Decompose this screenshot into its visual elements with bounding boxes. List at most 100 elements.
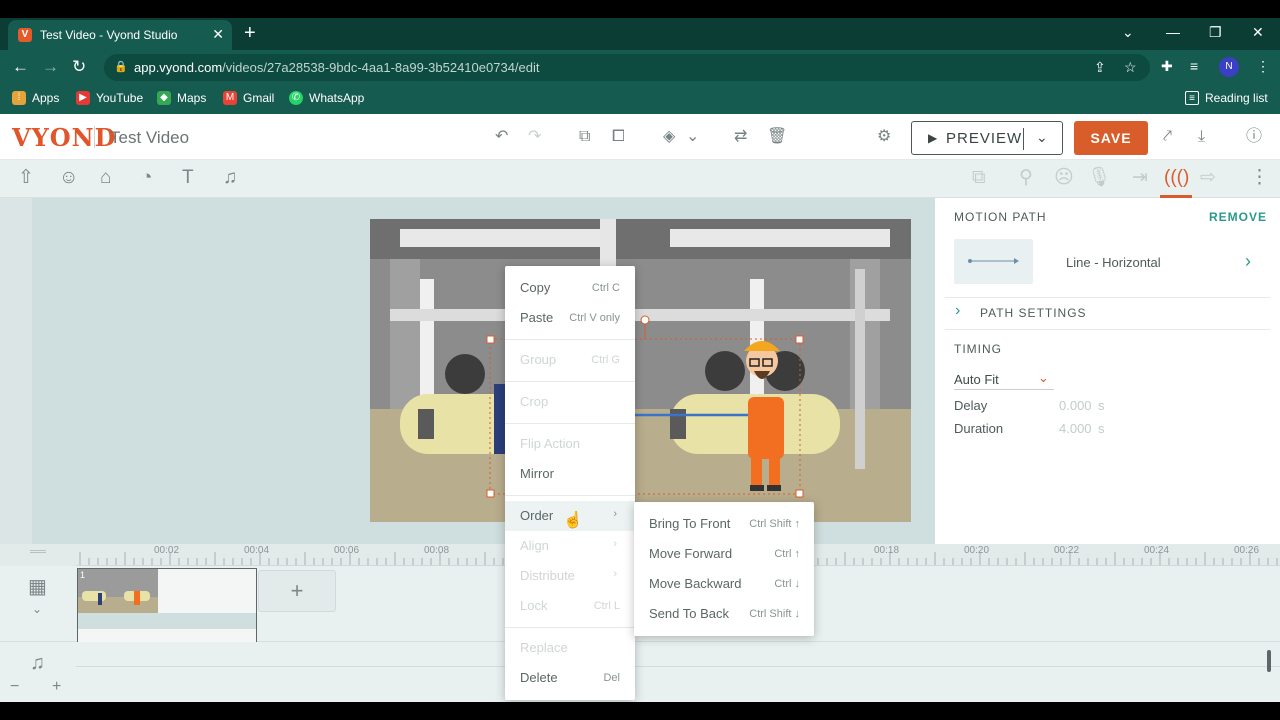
browser-address-bar: ← → ↻ 🔒 app.vyond.com/videos/27a28538-9b… [0,50,1280,84]
tick-label: 00:02 [154,545,180,556]
bookmark-youtube[interactable]: ▶ YouTube [76,91,143,105]
scene-preview-image [78,569,158,613]
tick-label: 00:26 [1234,545,1260,556]
menu-item-move-backward[interactable]: Move Backward Ctrl ↓ [634,562,814,592]
audio-icon[interactable]: ♫ [223,168,237,188]
remove-motion-path-button[interactable]: REMOVE [1209,210,1267,224]
forward-icon[interactable]: → [42,58,59,75]
share-icon[interactable]: ⤤ [1163,128,1172,146]
bookmark-maps[interactable]: ◆ Maps [157,91,206,105]
share-icon[interactable]: ⇪ [1094,59,1106,76]
restore-icon[interactable]: ❐ [1209,24,1222,41]
microphone-icon[interactable]: 🎙 [1087,168,1111,188]
path-preview-thumbnail[interactable] [954,239,1033,284]
chevron-down-icon[interactable]: ⌄ [686,128,699,146]
menu-item-lock[interactable]: Lock Ctrl L [505,591,635,621]
path-settings-toggle[interactable]: PATH SETTINGS [980,306,1087,320]
tab-search-icon[interactable]: ⌄ [1122,24,1134,41]
help-icon[interactable]: ⓘ [1246,128,1262,146]
motion-path-icon[interactable]: ((() [1164,168,1189,188]
minimize-icon[interactable]: — [1166,24,1180,40]
menu-item-bring-to-front[interactable]: Bring To Front Ctrl Shift ↑ [634,502,814,532]
film-icon[interactable]: ▦ [28,574,47,599]
profile-avatar[interactable]: N [1219,57,1239,77]
reload-icon[interactable]: ↻ [72,58,86,75]
timing-mode-select[interactable]: Auto Fit ⌄ [954,370,1054,390]
project-title[interactable]: Test Video [110,128,189,148]
characters-icon[interactable]: ☺ [59,168,78,188]
scene-stage[interactable] [370,219,911,522]
chevron-right-icon[interactable]: › [1245,251,1251,272]
close-tab-icon[interactable]: ✕ [212,26,224,43]
menu-item-flip-action[interactable]: Flip Action [505,429,635,459]
save-button[interactable]: SAVE [1074,121,1148,155]
browser-menu-icon[interactable]: ⋮ [1256,58,1270,75]
menu-item-delete[interactable]: Delete Del [505,663,635,693]
chevron-right-icon[interactable]: › [955,302,960,320]
menu-item-order[interactable]: Order › ☝ [505,501,635,531]
music-note-icon[interactable]: ♫ [30,652,45,675]
menu-item-group[interactable]: Group Ctrl G [505,345,635,375]
menu-item-replace[interactable]: Replace [505,633,635,663]
menu-item-paste[interactable]: Paste Ctrl V only [505,303,635,333]
menu-item-copy[interactable]: Copy Ctrl C [505,273,635,303]
text-icon[interactable]: T [182,168,194,188]
reading-list-icon: ≡ [1185,91,1199,105]
enter-effect-icon[interactable]: ⇥ [1132,168,1148,188]
scene-duration-bar [78,613,256,629]
menu-item-crop[interactable]: Crop [505,387,635,417]
bookmark-gmail[interactable]: M Gmail [223,91,274,105]
vertical-scrollbar[interactable] [1267,650,1271,672]
swap-asset-icon[interactable]: ⧉ [972,168,986,188]
menu-item-align[interactable]: Align › [505,531,635,561]
more-options-icon[interactable]: ⋮ [1250,168,1269,188]
upload-icon[interactable]: ⇧ [18,168,34,188]
drag-handle-icon[interactable] [30,550,46,553]
bookmark-whatsapp[interactable]: ✆ WhatsApp [289,91,364,105]
layers-icon[interactable]: ◈ [663,128,675,146]
extensions-icon[interactable]: ✚ [1161,58,1173,75]
bookmark-label: WhatsApp [309,91,365,105]
close-window-icon[interactable]: ✕ [1252,24,1264,41]
zoom-in-icon[interactable]: + [52,678,61,696]
timeline-corner [0,544,76,566]
chevron-down-icon[interactable]: ⌄ [32,602,42,616]
duration-input[interactable]: 4.000 [1059,421,1092,436]
trash-icon[interactable]: 🗑 [767,128,787,146]
bookmark-apps[interactable]: ⁞ Apps [12,91,59,105]
menu-item-send-to-back[interactable]: Send To Back Ctrl Shift ↓ [634,592,814,622]
tick-label: 00:20 [964,545,990,556]
swap-icon[interactable]: ⇄ [734,128,747,146]
browser-tab[interactable]: V Test Video - Vyond Studio ✕ [8,20,232,50]
charts-icon[interactable]: ◔ [141,168,152,188]
copy-icon[interactable]: ⧉ [579,128,590,146]
add-scene-button[interactable]: + [258,570,336,612]
scene-thumbnail[interactable]: 1 [77,568,257,643]
menu-item-label: Flip Action [520,436,580,451]
undo-icon[interactable]: ↶ [495,128,508,146]
tick-label: 00:06 [334,545,360,556]
preview-options-chevron-icon[interactable]: ⌄ [1036,129,1048,146]
paste-icon[interactable]: ⧠ [612,128,625,146]
menu-item-move-forward[interactable]: Move Forward Ctrl ↑ [634,532,814,562]
preview-button[interactable]: ▶ PREVIEW ⌄ [911,121,1063,155]
new-tab-icon[interactable]: + [244,23,256,43]
delay-input[interactable]: 0.000 [1059,398,1092,413]
back-icon[interactable]: ← [12,58,29,75]
action-icon[interactable]: ⚲ [1019,168,1033,188]
reading-list-button[interactable]: ≡ Reading list [1185,91,1268,105]
vyond-logo[interactable]: VYOND [12,123,116,152]
media-control-icon[interactable]: ≡ [1190,58,1198,74]
zoom-out-icon[interactable]: − [10,678,19,696]
expression-icon[interactable]: ☹ [1054,168,1074,188]
url-field[interactable]: 🔒 app.vyond.com/videos/27a28538-9bdc-4aa… [104,54,1150,81]
redo-icon[interactable]: ↷ [528,128,541,146]
menu-item-mirror[interactable]: Mirror [505,459,635,489]
exit-effect-icon[interactable]: ⇨ [1200,168,1216,188]
settings-gear-icon[interactable]: ⚙ [877,128,891,146]
bookmark-star-icon[interactable]: ☆ [1124,59,1137,76]
props-icon[interactable]: ⌂ [100,168,111,188]
menu-item-distribute[interactable]: Distribute › [505,561,635,591]
path-type-label[interactable]: Line - Horizontal [1066,255,1161,270]
download-icon[interactable]: ⤓ [1198,128,1205,146]
